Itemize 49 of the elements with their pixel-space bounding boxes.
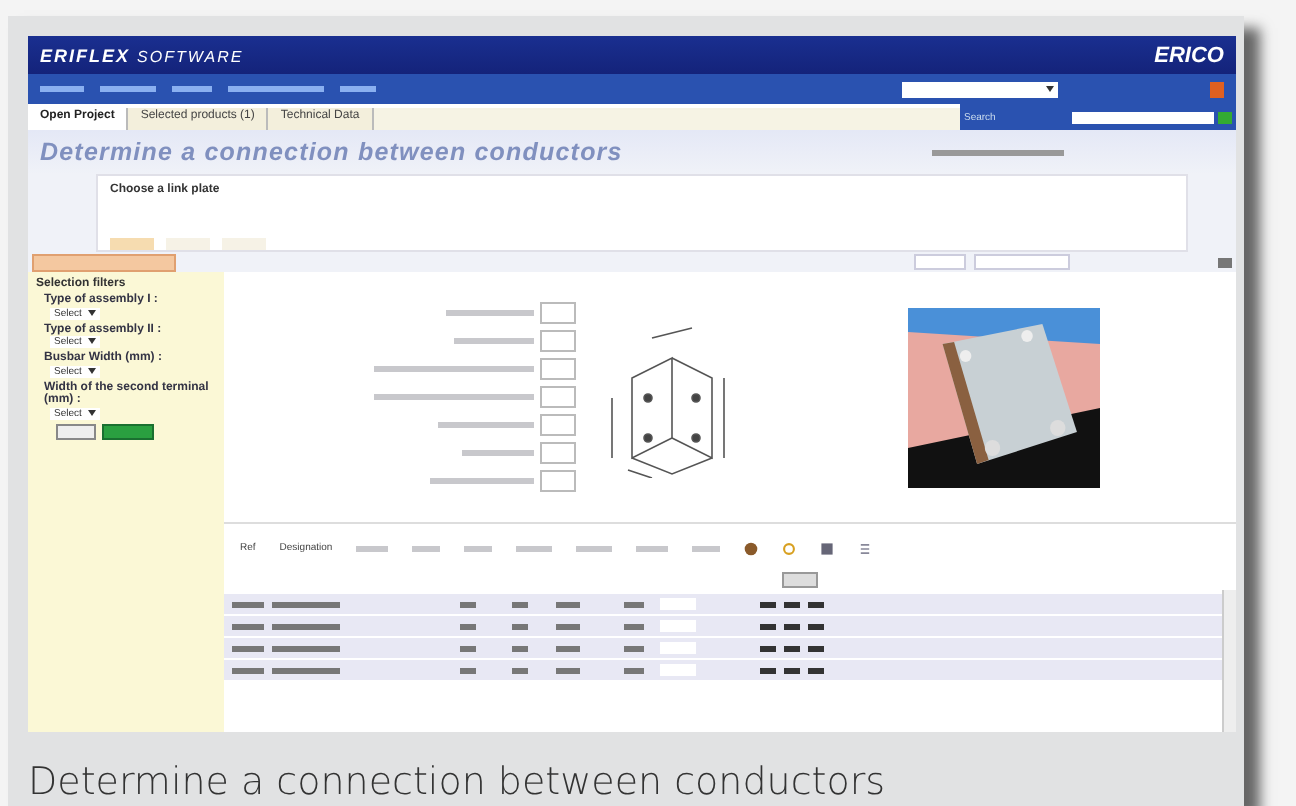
illegible-header bbox=[412, 545, 441, 551]
illegible-menu-item[interactable] bbox=[172, 86, 212, 92]
print-icon[interactable] bbox=[1218, 257, 1232, 267]
illegible-link[interactable] bbox=[932, 149, 1064, 155]
illegible-header bbox=[692, 545, 721, 551]
table-row[interactable] bbox=[224, 638, 1222, 658]
page-title: Determine a connection between conductors bbox=[40, 138, 623, 166]
input-field[interactable] bbox=[540, 442, 576, 464]
input-field[interactable] bbox=[540, 330, 576, 352]
back-button[interactable] bbox=[32, 253, 176, 271]
scrollbar[interactable] bbox=[1222, 590, 1236, 732]
step-tab[interactable] bbox=[110, 238, 154, 250]
list-icon[interactable] bbox=[858, 541, 873, 555]
table-row[interactable] bbox=[224, 594, 1222, 614]
sort-select[interactable] bbox=[914, 254, 966, 270]
illegible-header bbox=[636, 545, 669, 551]
illegible-menu-item[interactable] bbox=[100, 86, 156, 92]
table-row[interactable] bbox=[224, 660, 1222, 680]
step-tab[interactable] bbox=[222, 238, 266, 250]
illegible-header bbox=[464, 545, 493, 551]
input-field[interactable] bbox=[540, 414, 576, 436]
illegible-header bbox=[516, 545, 553, 551]
input-field[interactable] bbox=[540, 386, 576, 408]
app-logo: ERIFLEX SOFTWARE bbox=[40, 45, 244, 65]
results-select[interactable] bbox=[974, 254, 1070, 270]
illegible-label bbox=[454, 338, 534, 344]
illegible-menu-item[interactable] bbox=[40, 86, 84, 92]
illegible-label bbox=[462, 450, 534, 456]
brand-logo: ERICO bbox=[1154, 43, 1224, 67]
language-select[interactable] bbox=[902, 81, 1058, 97]
illegible-menu-item[interactable] bbox=[340, 86, 376, 92]
input-field[interactable] bbox=[540, 302, 576, 324]
close-icon[interactable] bbox=[1210, 81, 1224, 97]
illegible-header bbox=[356, 545, 389, 551]
illegible-label bbox=[446, 310, 534, 316]
step-tab[interactable] bbox=[166, 238, 210, 250]
table-row[interactable] bbox=[224, 616, 1222, 636]
caption: Determine a connection between conductors bbox=[28, 760, 888, 804]
illegible-header bbox=[576, 545, 613, 551]
input-field[interactable] bbox=[540, 358, 576, 380]
search-go-button[interactable] bbox=[1218, 111, 1232, 123]
illegible-label bbox=[438, 422, 534, 428]
update-button[interactable] bbox=[782, 572, 818, 588]
search-field[interactable] bbox=[1072, 111, 1214, 123]
input-field[interactable] bbox=[540, 470, 576, 492]
illegible-label bbox=[430, 478, 534, 484]
illegible-menu-item[interactable] bbox=[228, 86, 324, 92]
reset-button[interactable] bbox=[56, 423, 96, 440]
search-button[interactable] bbox=[102, 423, 154, 440]
